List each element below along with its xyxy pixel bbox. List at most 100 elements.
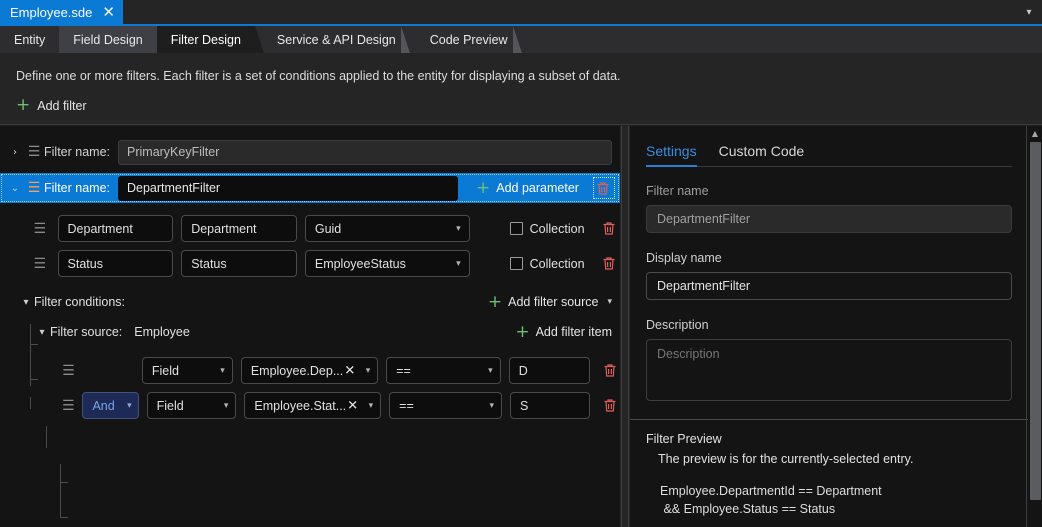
display-name-input[interactable] <box>646 272 1012 300</box>
condition-operator-select[interactable]: == ▾ <box>389 392 502 419</box>
filter-design-header: Define one or more filters. Each filter … <box>0 53 1042 125</box>
close-icon[interactable]: ✕ <box>102 4 115 20</box>
filter-conditions-title: Filter conditions: <box>34 295 126 309</box>
add-parameter-button[interactable]: + Add parameter <box>476 177 579 198</box>
filter-row-departmentfilter[interactable]: ⌄ ☰ Filter name: + Add parameter <box>0 173 620 203</box>
parameter-row[interactable]: ☰ Department Department Guid ▾ Collectio… <box>0 211 620 246</box>
add-parameter-label: Add parameter <box>496 181 579 195</box>
filter-design-window: Employee.sde ✕ ▾ Entity Field Design Fil… <box>0 0 1042 527</box>
parameter-display-name[interactable]: Status <box>181 250 297 277</box>
drag-handle-icon[interactable]: ☰ <box>60 399 76 413</box>
parameter-collection-checkbox[interactable]: Collection <box>509 222 585 236</box>
tab-settings-label: Settings <box>646 143 697 159</box>
parameter-type-select[interactable]: Guid ▾ <box>304 215 470 242</box>
drag-handle-icon[interactable]: ☰ <box>30 257 50 271</box>
condition-target-select[interactable]: Employee.Dep... ✕ ▾ <box>240 357 379 384</box>
page-description: Define one or more filters. Each filter … <box>16 69 621 83</box>
scrollbar-thumb[interactable] <box>1030 142 1041 500</box>
drag-handle-icon[interactable]: ☰ <box>24 181 44 195</box>
condition-kind-select[interactable]: Field ▾ <box>141 357 233 384</box>
parameter-type-select[interactable]: EmployeeStatus ▾ <box>304 250 470 277</box>
source-actions: + Add filter item <box>515 323 620 341</box>
condition-operator-select[interactable]: == ▾ <box>386 357 501 384</box>
tab-field-design[interactable]: Field Design <box>59 26 157 53</box>
condition-target-select[interactable]: Employee.Stat... ✕ ▾ <box>244 392 382 419</box>
filter-name-input <box>646 205 1012 233</box>
parameter-collection-checkbox[interactable]: Collection <box>509 256 585 271</box>
filter-preview-code: Employee.DepartmentId == Department && E… <box>660 484 882 517</box>
close-icon[interactable]: ✕ <box>344 363 355 378</box>
tab-code-preview-label: Code Preview <box>429 32 508 47</box>
tab-filter-design[interactable]: Filter Design <box>156 26 265 53</box>
tab-entity[interactable]: Entity <box>0 26 59 53</box>
delete-condition-button[interactable] <box>602 395 620 417</box>
condition-kind-select[interactable]: Field ▾ <box>146 392 237 419</box>
trash-icon <box>603 363 618 378</box>
tab-custom-code[interactable]: Custom Code <box>719 143 805 166</box>
filter-preview-section: Filter Preview The preview is for the cu… <box>646 432 1022 518</box>
document-tabbar: Employee.sde ✕ ▾ <box>0 0 1042 24</box>
trash-icon <box>603 398 618 413</box>
filter-row-primarykeyfilter[interactable]: › ☰ Filter name: <box>0 137 620 167</box>
condition-value-text: D <box>518 363 528 378</box>
tab-settings[interactable]: Settings <box>646 143 697 167</box>
description-label: Description <box>646 318 709 332</box>
description-textarea[interactable] <box>646 339 1012 401</box>
chevron-down-icon[interactable]: ▾ <box>607 297 612 307</box>
add-filter-item-label: Add filter item <box>535 325 612 339</box>
scroll-up-icon[interactable]: ▲ <box>1028 126 1042 140</box>
tree-guide <box>60 517 68 518</box>
chevron-down-icon[interactable]: ▾ <box>34 327 50 338</box>
checkbox-icon <box>509 222 523 235</box>
parameter-type-value: Guid <box>314 221 342 236</box>
filter-name-label: Filter name <box>646 184 709 198</box>
chevron-down-icon[interactable]: ▾ <box>1016 0 1042 24</box>
chevron-down-icon: ▾ <box>489 400 494 411</box>
delete-parameter-button[interactable] <box>599 218 620 240</box>
filter-source-header[interactable]: ▾ Filter source: Employee + Add filter i… <box>0 317 620 347</box>
delete-parameter-button[interactable] <box>599 253 620 275</box>
chevron-down-icon: ▾ <box>220 365 225 376</box>
tab-service-api-design[interactable]: Service & API Design <box>255 26 410 53</box>
condition-row[interactable]: ☰ Field ▾ Employee.Dep... ✕ ▾ == ▾ D <box>0 353 620 388</box>
parameter-name[interactable]: Status <box>57 250 174 277</box>
condition-value-select[interactable]: S <box>509 392 590 419</box>
parameter-row[interactable]: ☰ Status Status EmployeeStatus ▾ Collect… <box>0 246 620 281</box>
drag-handle-icon[interactable]: ☰ <box>60 364 77 378</box>
condition-operator-value: == <box>396 363 411 378</box>
header-divider <box>0 124 1042 125</box>
delete-filter-button[interactable] <box>592 177 615 199</box>
add-filter-source-button[interactable]: + Add filter source ▾ <box>488 293 612 311</box>
filter-name-input-primarykeyfilter[interactable] <box>118 139 612 165</box>
parameter-name[interactable]: Department <box>57 215 174 242</box>
panel-splitter[interactable] <box>620 126 630 527</box>
add-filter-item-button[interactable]: + Add filter item <box>515 323 612 341</box>
chevron-down-icon: ▾ <box>456 223 461 234</box>
add-filter-button[interactable]: + Add filter <box>16 97 87 114</box>
tab-code-preview[interactable]: Code Preview <box>410 26 522 53</box>
parameter-display-name[interactable]: Department <box>181 215 297 242</box>
condition-row[interactable]: ☰ And ▾ Field ▾ Employee.Stat... ✕ ▾ == … <box>0 388 620 423</box>
drag-handle-icon[interactable]: ☰ <box>24 145 44 159</box>
delete-condition-button[interactable] <box>602 360 620 382</box>
chevron-down-icon[interactable]: ▾ <box>18 297 34 308</box>
condition-logic-value: And <box>92 398 115 413</box>
filter-name-input-departmentfilter[interactable] <box>118 175 458 201</box>
chevron-down-icon: ▾ <box>488 365 493 376</box>
chevron-down-icon[interactable]: ⌄ <box>6 183 24 194</box>
filter-conditions-header[interactable]: ▾ Filter conditions: + Add filter source… <box>0 287 620 317</box>
collection-label: Collection <box>529 256 585 271</box>
drag-handle-icon[interactable]: ☰ <box>30 222 50 236</box>
plus-icon: + <box>476 177 491 198</box>
parameter-type-value: EmployeeStatus <box>314 256 406 271</box>
chevron-right-icon[interactable]: › <box>6 147 24 158</box>
condition-value-select[interactable]: D <box>508 357 590 384</box>
close-icon[interactable]: ✕ <box>347 398 358 413</box>
trash-icon <box>596 181 611 196</box>
settings-scrollbar[interactable]: ▲ <box>1028 126 1042 527</box>
document-tab-employee-sde[interactable]: Employee.sde ✕ <box>0 0 123 24</box>
trash-icon <box>602 256 617 271</box>
condition-logic-select[interactable]: And ▾ <box>82 392 139 419</box>
filters-editor-panel: › ☰ Filter name: ⌄ ☰ Filter name: + Add … <box>0 126 620 527</box>
trash-icon <box>602 221 617 236</box>
